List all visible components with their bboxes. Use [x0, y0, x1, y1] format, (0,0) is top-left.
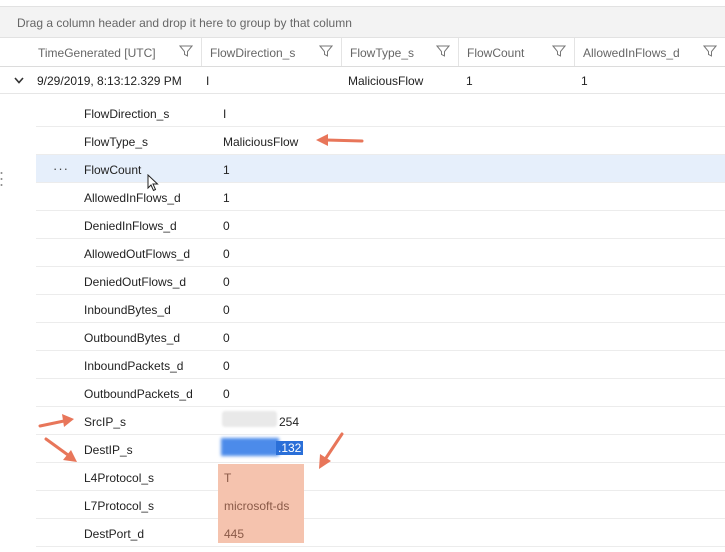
cell-flowtype: MaliciousFlow — [348, 74, 424, 88]
detail-row[interactable]: L7Protocol_s — [36, 491, 725, 519]
field-name: DestPort_d — [84, 527, 145, 541]
column-header-allowedinflows[interactable]: AllowedInFlows_d — [575, 38, 725, 66]
destport-value: 445 — [224, 527, 245, 541]
detail-row[interactable]: DeniedOutFlows_d 0 — [36, 267, 725, 295]
field-name: DeniedOutFlows_d — [84, 275, 187, 289]
field-value: 0 — [223, 247, 230, 261]
filter-icon[interactable] — [552, 44, 566, 58]
column-header-label: FlowType_s — [350, 46, 415, 60]
redacted-dest-ip — [221, 438, 279, 456]
column-header-label: FlowDirection_s — [210, 46, 296, 60]
detail-row[interactable]: FlowType_s MaliciousFlow — [36, 127, 725, 155]
field-name: OutboundPackets_d — [84, 387, 193, 401]
more-icon[interactable]: ··· — [53, 161, 69, 176]
detail-row[interactable]: AllowedInFlows_d 1 — [36, 183, 725, 211]
group-by-hint: Drag a column header and drop it here to… — [17, 16, 352, 30]
column-header-flowtype[interactable]: FlowType_s — [342, 38, 459, 66]
field-name: FlowCount — [84, 163, 142, 177]
cell-timegenerated: 9/29/2019, 8:13:12.329 PM — [37, 74, 182, 88]
table-row[interactable]: 9/29/2019, 8:13:12.329 PM I MaliciousFlo… — [0, 67, 725, 94]
src-ip-value: 254 — [279, 415, 300, 429]
field-value: 0 — [223, 275, 230, 289]
column-header-label: AllowedInFlows_d — [583, 46, 680, 60]
field-name: OutboundBytes_d — [84, 331, 181, 345]
l7protocol-value: microsoft-ds — [224, 499, 290, 513]
column-header-row: TimeGenerated [UTC] FlowDirection_s Flow… — [0, 38, 725, 67]
detail-row[interactable]: FlowDirection_s I — [36, 99, 725, 127]
field-name: L4Protocol_s — [84, 471, 155, 485]
field-name: InboundPackets_d — [84, 359, 184, 373]
mouse-cursor-icon — [147, 174, 159, 192]
splitter-handle-icon[interactable] — [0, 170, 4, 188]
detail-row-hovered[interactable]: ··· FlowCount 1 — [36, 155, 725, 183]
detail-row[interactable]: DestIP_s — [36, 435, 725, 463]
column-header-timegenerated[interactable]: TimeGenerated [UTC] — [30, 38, 202, 66]
field-name: FlowDirection_s — [84, 107, 170, 121]
field-value: 0 — [223, 219, 230, 233]
detail-row[interactable]: DestPort_d — [36, 519, 725, 547]
column-header-label: FlowCount — [467, 46, 525, 60]
field-name: DeniedInFlows_d — [84, 219, 177, 233]
field-value: 1 — [223, 163, 230, 177]
detail-row[interactable]: OutboundBytes_d 0 — [36, 323, 725, 351]
detail-row[interactable]: OutboundPackets_d 0 — [36, 379, 725, 407]
field-value: 0 — [223, 331, 230, 345]
column-header-label: TimeGenerated [UTC] — [38, 46, 156, 60]
detail-row[interactable]: InboundBytes_d 0 — [36, 295, 725, 323]
field-value: 0 — [223, 303, 230, 317]
detail-row[interactable]: DeniedInFlows_d 0 — [36, 211, 725, 239]
field-name: InboundBytes_d — [84, 303, 171, 317]
cell-allowedinflows: 1 — [581, 74, 588, 88]
field-value: I — [223, 107, 227, 121]
filter-icon[interactable] — [703, 44, 717, 58]
l4protocol-value: T — [224, 471, 232, 485]
group-by-drop-area[interactable]: Drag a column header and drop it here to… — [0, 6, 725, 38]
detail-row[interactable]: InboundPackets_d 0 — [36, 351, 725, 379]
cell-flowdirection: I — [206, 74, 210, 88]
field-name: AllowedInFlows_d — [84, 191, 181, 205]
column-header-flowdirection[interactable]: FlowDirection_s — [202, 38, 342, 66]
redacted-src-ip — [222, 411, 277, 427]
cell-flowcount: 1 — [466, 74, 473, 88]
chevron-down-icon[interactable] — [12, 75, 26, 87]
filter-icon[interactable] — [179, 44, 193, 58]
detail-row[interactable]: L4Protocol_s — [36, 463, 725, 491]
field-name: AllowedOutFlows_d — [84, 247, 191, 261]
field-value: 1 — [223, 191, 230, 205]
filter-icon[interactable] — [319, 44, 333, 58]
field-value: 0 — [223, 359, 230, 373]
field-name: L7Protocol_s — [84, 499, 155, 513]
filter-icon[interactable] — [436, 44, 450, 58]
detail-row[interactable]: SrcIP_s — [36, 407, 725, 435]
field-value: MaliciousFlow — [223, 135, 299, 149]
column-header-flowcount[interactable]: FlowCount — [459, 38, 575, 66]
detail-row[interactable]: AllowedOutFlows_d 0 — [36, 239, 725, 267]
field-value: 0 — [223, 387, 230, 401]
field-name: SrcIP_s — [84, 415, 127, 429]
field-name: DestIP_s — [84, 443, 133, 457]
dest-ip-value-selected: .132 — [276, 441, 304, 455]
field-name: FlowType_s — [84, 135, 149, 149]
